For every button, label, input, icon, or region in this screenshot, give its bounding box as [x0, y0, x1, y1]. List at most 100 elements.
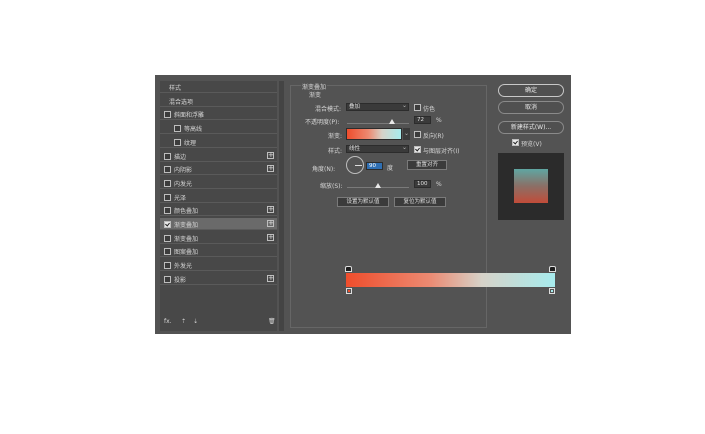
styles-list-item[interactable]: 投影 +: [160, 273, 277, 285]
style-checkbox[interactable]: [164, 248, 171, 256]
add-effect-icon[interactable]: +: [267, 274, 274, 282]
opacity-unit: %: [436, 117, 442, 124]
opacity-stop-left[interactable]: [345, 266, 352, 272]
ok-button[interactable]: 确定: [498, 84, 564, 97]
style-checkbox[interactable]: [164, 234, 171, 242]
style-checkbox[interactable]: [164, 221, 171, 228]
styles-list-item[interactable]: 样式: [160, 81, 277, 93]
styles-list-item[interactable]: 外发光: [160, 259, 277, 272]
style-item-label: 纹理: [184, 139, 197, 147]
styles-list: 样式 混合选项 斜面和浮雕 等高线 纹理 描边 + 内阴影 + 内发光 光泽 颜色叠加 + 渐变叠加 + 渐变…: [160, 81, 277, 331]
style-item-label: 斜面和浮雕: [174, 112, 205, 120]
layer-style-dialog: 样式 混合选项 斜面和浮雕 等高线 纹理 描边 + 内阴影 + 内发光 光泽 颜色叠加 + 渐变叠加 + 渐变…: [155, 75, 571, 334]
style-checkbox[interactable]: [164, 275, 171, 283]
style-checkbox[interactable]: [174, 125, 181, 133]
styles-list-item[interactable]: 斜面和浮雕: [160, 108, 277, 121]
styles-list-scrollbar[interactable]: [279, 81, 284, 331]
opacity-label: 不透明度(P):: [305, 119, 340, 126]
align-with-layer-label: 与图层对齐(I): [423, 148, 460, 155]
style-checkbox[interactable]: [174, 138, 181, 146]
style-checkbox[interactable]: [164, 193, 171, 201]
style-item-label: 内发光: [174, 180, 193, 188]
opacity-slider-knob[interactable]: [388, 119, 395, 124]
preview-swatch: [514, 169, 548, 203]
style-item-label: 光泽: [174, 194, 187, 202]
move-down-icon[interactable]: ⇣: [193, 318, 198, 325]
gradient-preview-swatch[interactable]: [346, 128, 402, 140]
add-effect-icon[interactable]: +: [267, 206, 274, 214]
style-item-label: 渐变叠加: [174, 222, 199, 229]
style-item-label: 外发光: [174, 263, 193, 271]
style-item-label: 图案叠加: [174, 249, 199, 257]
scale-label: 缩放(S):: [320, 183, 343, 190]
angle-label: 角度(N):: [312, 166, 336, 173]
style-checkbox[interactable]: [164, 207, 171, 215]
cancel-button[interactable]: 取消: [498, 101, 564, 114]
scale-slider-knob[interactable]: [375, 183, 381, 188]
dither-label: 仿色: [423, 106, 436, 113]
align-with-layer-checkbox[interactable]: [414, 146, 421, 153]
dither-checkbox[interactable]: [414, 104, 421, 111]
styles-list-item[interactable]: 颜色叠加 +: [160, 204, 277, 217]
reverse-checkbox[interactable]: [414, 131, 421, 138]
trash-icon[interactable]: 🗑: [268, 318, 276, 325]
color-stop-right[interactable]: [549, 288, 555, 294]
gradient-style-select[interactable]: 线性: [346, 145, 409, 153]
move-up-icon[interactable]: ⇡: [181, 318, 186, 325]
style-checkbox[interactable]: [164, 262, 171, 270]
styles-list-toolbar: fx. ⇡ ⇣ 🗑: [160, 316, 277, 328]
style-label: 样式:: [328, 148, 343, 155]
reset-alignment-button[interactable]: 重置对齐: [407, 160, 447, 170]
styles-list-item[interactable]: 图案叠加: [160, 245, 277, 258]
style-item-label: 样式: [169, 85, 182, 92]
fx-icon[interactable]: fx.: [164, 318, 172, 325]
gradient-overlay-panel: 渐变叠加 渐变 混合模式: 叠加 仿色 不透明度(P): 72 % 渐变: ⌄ …: [290, 82, 556, 328]
style-checkbox[interactable]: [164, 111, 171, 119]
angle-unit: 度: [387, 165, 394, 172]
style-item-label: 内阴影: [174, 167, 193, 175]
style-checkbox[interactable]: [164, 179, 171, 187]
style-item-label: 混合选项: [169, 98, 194, 106]
blend-mode-select[interactable]: 叠加: [346, 103, 409, 111]
angle-input[interactable]: 90: [366, 162, 383, 170]
set-default-button[interactable]: 设置为默认值: [337, 197, 389, 207]
add-effect-icon[interactable]: +: [267, 165, 274, 173]
styles-list-item[interactable]: 渐变叠加 +: [160, 232, 277, 244]
styles-list-item[interactable]: 混合选项: [160, 95, 277, 107]
reset-default-button[interactable]: 复位为默认值: [394, 197, 446, 207]
style-item-label: 描边: [174, 153, 187, 161]
gradient-picker-dropdown[interactable]: ⌄: [403, 128, 410, 140]
styles-list-item[interactable]: 纹理: [160, 136, 277, 148]
opacity-stop-right[interactable]: [549, 266, 556, 272]
styles-list-item[interactable]: 内发光: [160, 177, 277, 189]
angle-dial[interactable]: [346, 156, 364, 174]
opacity-slider[interactable]: [347, 123, 409, 124]
opacity-input[interactable]: 72: [414, 116, 431, 124]
scale-input[interactable]: 100: [414, 180, 431, 188]
add-effect-icon[interactable]: +: [267, 151, 274, 159]
add-effect-icon[interactable]: +: [267, 233, 274, 241]
new-style-button[interactable]: 新建样式(W)...: [498, 121, 564, 134]
gradient-label: 渐变:: [328, 133, 343, 140]
styles-list-item[interactable]: 渐变叠加 +: [160, 218, 277, 230]
gradient-editor-bar[interactable]: [346, 273, 555, 287]
style-checkbox[interactable]: [164, 166, 171, 174]
preview-checkbox[interactable]: [512, 139, 519, 146]
styles-list-item[interactable]: 内阴影 +: [160, 163, 277, 176]
panel-subtitle: 渐变: [309, 92, 322, 99]
styles-list-item[interactable]: 描边 +: [160, 150, 277, 162]
style-item-label: 渐变叠加: [174, 235, 199, 243]
add-effect-icon[interactable]: +: [267, 220, 274, 227]
style-checkbox[interactable]: [164, 152, 171, 160]
preview-thumbnail: [498, 153, 564, 220]
styles-list-item[interactable]: 光泽: [160, 191, 277, 203]
color-stop-left[interactable]: [346, 288, 352, 294]
styles-list-item[interactable]: 等高线: [160, 122, 277, 135]
style-item-label: 投影: [174, 276, 187, 284]
scale-unit: %: [436, 181, 442, 188]
blend-mode-label: 混合模式:: [315, 106, 342, 113]
preview-label: 预览(V): [521, 141, 542, 148]
style-item-label: 等高线: [184, 126, 203, 134]
reverse-label: 反向(R): [423, 133, 444, 140]
style-item-label: 颜色叠加: [174, 208, 199, 216]
